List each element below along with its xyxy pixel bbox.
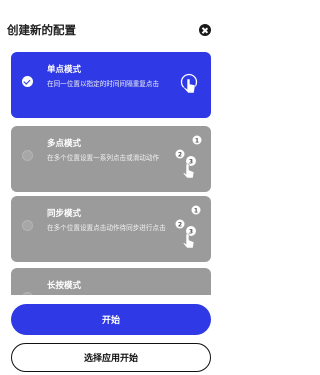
- svg-text:1: 1: [195, 137, 199, 144]
- mode-list[interactable]: 单点模式 在同一位置以指定的时间间隔重复点击 多点模式 在多个位置设置一系列点击…: [0, 46, 219, 295]
- sync-tap-icon: 1 2 3: [175, 205, 201, 249]
- radio-unselected-icon[interactable]: [22, 220, 33, 231]
- single-tap-icon: [180, 73, 198, 94]
- radio-unselected-icon[interactable]: [22, 150, 33, 161]
- mode-card-single[interactable]: 单点模式 在同一位置以指定的时间间隔重复点击: [11, 52, 211, 118]
- svg-text:2: 2: [178, 221, 182, 228]
- multi-tap-icon: 1 2 3: [175, 135, 202, 179]
- radio-unselected-icon[interactable]: [22, 292, 33, 295]
- mode-card-multi[interactable]: 多点模式 在多个位置设置一系列点击或滑动动作 1 2 3: [11, 126, 211, 192]
- mode-name: 多点模式: [47, 139, 82, 149]
- dialog-title: 创建新的配置: [7, 23, 76, 37]
- mode-description: 在多个位置设置点击动作待同步进行点击: [47, 224, 166, 232]
- close-icon[interactable]: [199, 24, 211, 36]
- choose-app-start-button[interactable]: 选择应用开始: [11, 343, 211, 372]
- radio-selected-icon[interactable]: [22, 76, 33, 87]
- svg-text:2: 2: [178, 151, 182, 158]
- mode-name: 同步模式: [47, 209, 82, 219]
- mode-description: 在多个位置设置一系列点击或滑动动作: [47, 154, 160, 162]
- dialog-header: 创建新的配置: [0, 0, 219, 46]
- svg-text:3: 3: [189, 158, 193, 165]
- svg-text:3: 3: [189, 228, 193, 235]
- mode-card-sync[interactable]: 同步模式 在多个位置设置点击动作待同步进行点击 1 2 3: [11, 196, 211, 262]
- mode-name: 单点模式: [47, 65, 82, 75]
- mode-name: 长按模式: [47, 281, 82, 291]
- svg-text:1: 1: [194, 207, 198, 214]
- mode-card-long-press[interactable]: 长按模式: [11, 268, 211, 295]
- start-button[interactable]: 开始: [11, 304, 211, 335]
- mode-description: 在同一位置以指定的时间间隔重复点击: [47, 80, 160, 88]
